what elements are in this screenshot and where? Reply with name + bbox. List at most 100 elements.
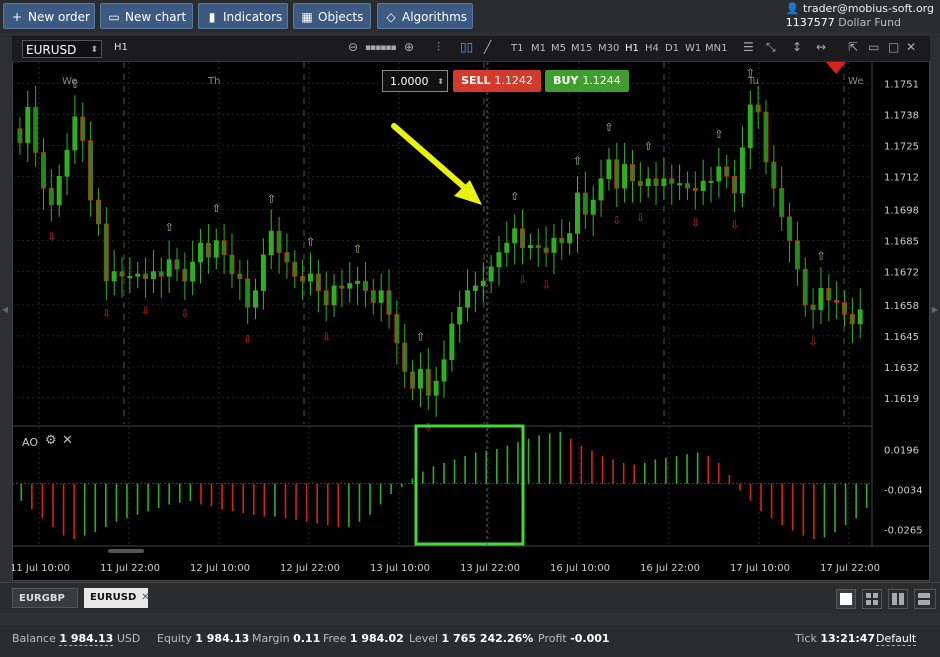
candlestick-chart-type-icon[interactable]: ▯▯ bbox=[460, 40, 473, 54]
time-tick-label: 16 Jul 22:00 bbox=[640, 563, 700, 574]
candle-body bbox=[669, 178, 675, 184]
fractal-up-arrow-icon: ⇧ bbox=[816, 250, 825, 263]
fractal-down-arrow-icon: ⇩ bbox=[180, 307, 189, 320]
candle-body bbox=[111, 271, 117, 282]
candle-body bbox=[567, 233, 573, 244]
fractal-down-arrow-icon: ⇩ bbox=[322, 331, 331, 344]
price-tick-label: 1.1672 bbox=[884, 268, 919, 279]
candle-body bbox=[40, 152, 46, 189]
minimize-window-icon[interactable]: ▭ bbox=[868, 40, 879, 54]
symbol-selector[interactable]: EURUSD ⬍ bbox=[22, 40, 102, 58]
layout-columns-icon[interactable] bbox=[888, 589, 908, 609]
price-chart[interactable]: ⇩⇧⇩ ⇩⇧⇩⇧⇩⇧⇧⇩⇧⇧⇩⇧⇩ ⇩⇧⇧⇩ ⇩⇧⇩⇧⇩⇧⇩⇧ 1.17511.173… bbox=[12, 62, 930, 581]
ao-tick-label: -0.0034 bbox=[884, 486, 923, 497]
main-toolbar: + New order ▭ New chart ▮ Indicators ▦ Objec… bbox=[0, 0, 940, 33]
layout-grid-icon[interactable] bbox=[862, 589, 882, 609]
bar-chart-type-icon[interactable]: ⫶ bbox=[437, 40, 440, 55]
candle-body bbox=[182, 268, 188, 282]
timeframe-w1[interactable]: W1 bbox=[685, 43, 701, 54]
candle-body bbox=[245, 278, 251, 308]
candle-body bbox=[56, 176, 62, 206]
fractal-down-arrow-icon: ⇩ bbox=[424, 421, 433, 434]
quantity-input[interactable]: 1.0000 ⬍ bbox=[382, 70, 448, 92]
chart-settings-icon[interactable]: ☰ bbox=[743, 40, 754, 54]
candle-body bbox=[95, 199, 101, 225]
candle-body bbox=[260, 254, 266, 291]
bars-icon: ▮ bbox=[208, 10, 216, 24]
candle-body bbox=[629, 164, 635, 182]
zoom-slider[interactable]: ▪▪▪▪▪▪ bbox=[365, 43, 397, 53]
layout-single-icon[interactable] bbox=[836, 589, 856, 609]
algorithms-button[interactable]: ◇ Algorithms bbox=[377, 3, 473, 29]
left-panel-arrow-icon[interactable]: ◀ bbox=[1, 295, 9, 325]
tab-eurgbp[interactable]: EURGBP bbox=[12, 588, 78, 608]
candle-body bbox=[834, 299, 840, 303]
candle-body bbox=[465, 290, 471, 308]
objects-button[interactable]: ▦ Objects bbox=[293, 3, 371, 29]
fractal-up-arrow-icon: ⇧ bbox=[604, 121, 613, 134]
candle-body bbox=[158, 271, 164, 277]
timeframe-m30[interactable]: M30 bbox=[598, 43, 619, 54]
indicators-button[interactable]: ▮ Indicators bbox=[198, 3, 288, 29]
timeframe-mn1[interactable]: MN1 bbox=[705, 43, 727, 54]
timeframe-m1[interactable]: M1 bbox=[531, 43, 546, 54]
candle-body bbox=[339, 285, 345, 289]
timeframe-t1[interactable]: T1 bbox=[511, 43, 523, 54]
candle-body bbox=[394, 314, 400, 344]
zoom-in-icon[interactable]: ⊕ bbox=[404, 40, 414, 54]
account-info[interactable]: 👤 trader@mobius-soft.org 1137577 Dollar … bbox=[786, 2, 934, 30]
candle-body bbox=[174, 259, 180, 270]
buy-button[interactable]: BUY 1.1244 bbox=[545, 70, 629, 92]
account-fund: Dollar Fund bbox=[838, 16, 902, 29]
sell-button[interactable]: SELL 1.1242 bbox=[453, 70, 541, 92]
candle-body bbox=[692, 187, 698, 191]
candle-body bbox=[637, 180, 643, 187]
new-chart-button[interactable]: ▭ New chart bbox=[100, 3, 193, 29]
timeframe-h1[interactable]: H1 bbox=[625, 43, 639, 54]
candle-body bbox=[810, 304, 816, 310]
candle-body bbox=[362, 280, 368, 291]
account-status-bar: Balance 1 984.13 USD Equity 1 984.13 Mar… bbox=[0, 625, 940, 657]
fractal-up-arrow-icon: ⇧ bbox=[714, 128, 723, 141]
crosshair-icon[interactable]: ⤡ bbox=[766, 40, 776, 55]
close-tab-icon[interactable]: ✕ bbox=[141, 592, 149, 603]
tick-mode-link[interactable]: Default bbox=[876, 632, 917, 646]
time-tick-label: 13 Jul 22:00 bbox=[460, 563, 520, 574]
candle-body bbox=[331, 285, 337, 306]
line-chart-type-icon[interactable]: ╱ bbox=[484, 40, 491, 54]
candle-body bbox=[512, 228, 518, 244]
scrollbar-thumb bbox=[108, 549, 144, 553]
timeframe-m5[interactable]: M5 bbox=[551, 43, 566, 54]
fractal-down-arrow-icon: ⇩ bbox=[730, 219, 739, 232]
new-order-button[interactable]: + New order bbox=[3, 3, 95, 29]
fractal-up-arrow-icon: ⇧ bbox=[306, 235, 315, 248]
close-window-icon[interactable]: ✕ bbox=[906, 40, 916, 54]
current-timeframe: H1 bbox=[114, 42, 128, 53]
candle-body bbox=[724, 166, 730, 177]
layout-rows-icon[interactable] bbox=[914, 589, 936, 609]
zoom-out-icon[interactable]: ⊖ bbox=[348, 40, 358, 54]
fractal-down-arrow-icon: ⇩ bbox=[243, 333, 252, 346]
time-tick-label: 11 Jul 10:00 bbox=[12, 563, 70, 574]
time-tick-label: 16 Jul 10:00 bbox=[550, 563, 610, 574]
candle-body bbox=[543, 247, 549, 253]
candle-body bbox=[763, 111, 769, 163]
candle-body bbox=[253, 290, 259, 308]
vertical-scale-icon[interactable]: ↕ bbox=[792, 40, 802, 54]
indicator-close-icon[interactable]: ✕ bbox=[62, 433, 73, 448]
indicator-settings-gear-icon[interactable]: ⚙ bbox=[45, 433, 57, 448]
timeframe-d1[interactable]: D1 bbox=[665, 43, 679, 54]
detach-window-icon[interactable]: ⇱ bbox=[848, 40, 858, 54]
free-readout: Free 1 984.02 bbox=[323, 632, 404, 645]
horizontal-scale-icon[interactable]: ↔ bbox=[816, 40, 826, 54]
timeframe-h4[interactable]: H4 bbox=[645, 43, 659, 54]
candle-body bbox=[80, 116, 86, 141]
candle-body bbox=[237, 273, 243, 280]
chevron-updown-icon: ⬍ bbox=[90, 45, 98, 55]
maximize-window-icon[interactable]: □ bbox=[888, 40, 899, 54]
right-panel-arrow-icon[interactable]: ▶ bbox=[931, 295, 939, 325]
tab-eurusd[interactable]: EURUSD ✕ bbox=[84, 588, 150, 608]
fractal-up-arrow-icon: ⇧ bbox=[212, 202, 221, 215]
candle-body bbox=[355, 280, 361, 284]
timeframe-m15[interactable]: M15 bbox=[571, 43, 592, 54]
